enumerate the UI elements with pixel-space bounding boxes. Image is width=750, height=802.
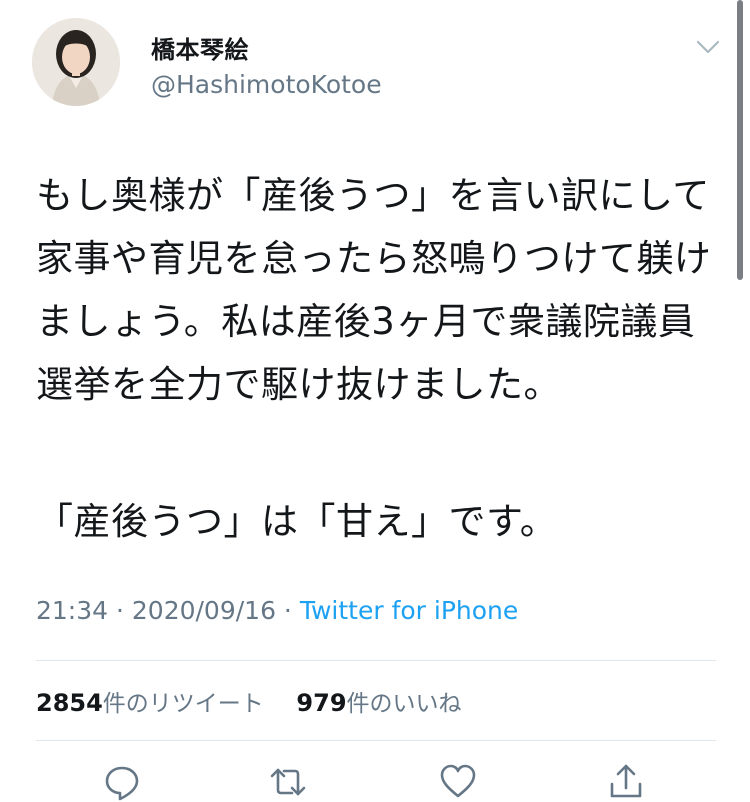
retweet-count: 2854	[36, 689, 103, 717]
retweet-icon[interactable]	[268, 762, 308, 802]
tweet-text-second-paragraph: 「産後うつ」は「甘え」です。	[36, 500, 558, 543]
like-count: 979	[296, 689, 347, 717]
tweet-date: 2020/09/16	[131, 596, 276, 625]
avatar[interactable]	[32, 18, 120, 106]
meta-separator: ·	[108, 596, 132, 625]
tweet-time: 21:34	[36, 596, 109, 625]
heart-icon[interactable]	[438, 762, 478, 802]
tweet-source-link[interactable]: Twitter for iPhone	[300, 596, 518, 625]
share-icon[interactable]	[606, 762, 646, 802]
user-handle[interactable]: @HashimotoKotoe	[151, 70, 382, 99]
tweet-stats: 2854件のリツイート 979件のいいね	[36, 684, 462, 718]
like-label: 件のいいね	[346, 691, 462, 717]
reply-icon[interactable]	[102, 762, 142, 802]
divider	[36, 660, 716, 661]
tweet-actions	[0, 762, 750, 802]
likes-stat[interactable]: 979件のいいね	[296, 689, 462, 717]
divider	[36, 740, 716, 741]
scrollbar[interactable]	[737, 0, 743, 280]
tweet-text: もし奥様が「産後うつ」を言い訳にして家事や育児を怠ったら怒鳴りつけて躾けましょう…	[36, 174, 712, 406]
avatar-photo	[32, 18, 120, 106]
tweet-meta: 21:34 · 2020/09/16 · Twitter for iPhone	[36, 596, 518, 625]
retweets-stat[interactable]: 2854件のリツイート	[36, 689, 264, 717]
retweet-label: 件のリツイート	[102, 691, 264, 717]
chevron-down-icon[interactable]	[694, 36, 722, 58]
meta-separator: ·	[275, 596, 300, 625]
display-name[interactable]: 橋本琴絵	[151, 30, 249, 65]
